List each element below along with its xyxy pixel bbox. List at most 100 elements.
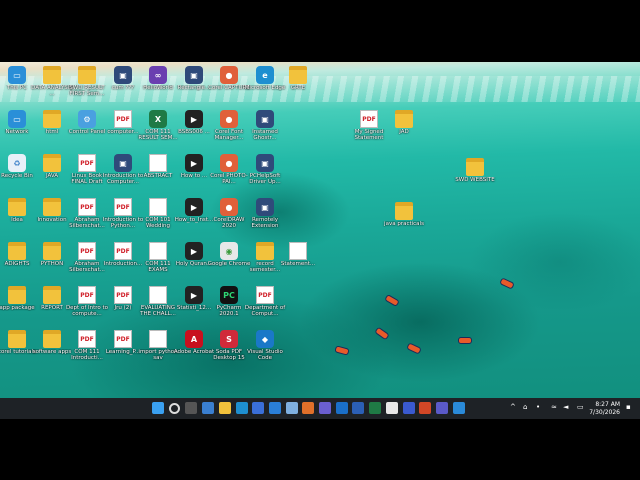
desktop-icon[interactable]: ● CorelDRAW 2020 <box>211 198 247 242</box>
edge-icon[interactable] <box>235 402 248 414</box>
store-icon[interactable] <box>252 402 265 414</box>
pdf-icon: PDF <box>78 286 96 304</box>
folder-icon <box>78 66 96 84</box>
edge-icon: e <box>256 66 274 84</box>
desktop-icon[interactable]: JAD <box>386 110 422 154</box>
desktop-icon[interactable]: PDF Linux Book FINAL Draft <box>69 154 105 198</box>
desktop-icon[interactable]: ● Corel CAPTURE <box>208 66 250 110</box>
battery-icon[interactable]: ▭ <box>577 404 584 411</box>
file-explorer-icon[interactable] <box>218 402 231 414</box>
widgets-icon[interactable] <box>202 402 215 414</box>
search-icon[interactable] <box>168 403 180 414</box>
desktop-icon-label: Remotely Extension <box>251 217 279 229</box>
cp-icon: ⚙ <box>78 110 96 128</box>
desktop-icon[interactable]: import python sav <box>138 330 178 374</box>
powerpoint-icon[interactable] <box>419 402 432 414</box>
excel-icon: X <box>149 110 167 128</box>
desktop-icon-label: SWD WEBSITE <box>455 177 495 183</box>
desktop-icon[interactable]: ◉ Google Chrome <box>208 242 250 286</box>
desktop-icon[interactable]: PDF Department of Comput... <box>245 286 285 330</box>
desktop-icon[interactable]: GRTE <box>280 66 316 110</box>
desktop-icon[interactable]: ABSTRACT <box>140 154 176 198</box>
folder-icon <box>8 330 26 348</box>
desktop-icon[interactable]: SWD RESULT FIRST Sem... <box>69 66 105 110</box>
desktop-icon[interactable]: X COM 111 RESULT SEM... <box>138 110 178 154</box>
video-icon: ▶ <box>185 154 203 172</box>
doc-icon <box>149 154 167 172</box>
pdf-icon: PDF <box>114 330 132 348</box>
desktop-icon[interactable]: ⚙ Control Panel <box>69 110 105 154</box>
desktop-icon[interactable]: PDF COM 111 Introducti... <box>69 330 105 374</box>
desktop-icon[interactable]: ▣ PCHelpSoft Driver Up... <box>247 154 283 198</box>
app-icon: ▣ <box>185 66 203 84</box>
pdf-icon: PDF <box>256 286 274 304</box>
acrobat-icon: A <box>185 330 203 348</box>
desktop-icon[interactable]: ▣ Remotely Extension <box>247 198 283 242</box>
pc-icon: ▭ <box>8 110 26 128</box>
pdf-icon: PDF <box>114 286 132 304</box>
mic-icon[interactable]: • <box>536 404 543 411</box>
desktop-icon[interactable]: ● Corel PHOTO-PAI... <box>210 154 248 198</box>
corel-icon: ● <box>220 110 238 128</box>
mail-icon[interactable] <box>268 402 281 414</box>
corel-icon: ● <box>220 154 238 172</box>
chrome-icon[interactable] <box>385 402 398 414</box>
folder-icon <box>43 286 61 304</box>
excel-icon[interactable] <box>369 402 382 414</box>
desktop-icon-label: Visual Studio Code <box>247 349 283 361</box>
desktop-icon[interactable]: ▣ Instamed Ghostr... <box>247 110 283 154</box>
desktop: ▭ This PC DATA ANALYSIS ... SWD RESULT FIRS… <box>0 62 640 419</box>
desktop-icon[interactable]: EVALUATING THE CHALL... <box>140 286 176 330</box>
folder-icon <box>43 198 61 216</box>
folder-icon <box>43 154 61 172</box>
desktop-icon[interactable]: ∞ HelloWorld <box>140 66 176 110</box>
desktop-icon[interactable]: SWD WEBSITE <box>455 158 495 202</box>
teams-chat-icon[interactable] <box>319 402 331 414</box>
desktop-icon-label: java practicals <box>384 221 424 227</box>
clock-date[interactable]: 7/30/2026 <box>589 409 620 416</box>
bin-icon: ♻ <box>8 154 26 172</box>
pc-icon: ▭ <box>8 66 26 84</box>
desktop-icon[interactable]: PDF Abraham Silberschat... <box>69 198 105 242</box>
wifi-icon[interactable]: ≈ <box>551 404 558 411</box>
taskbar: ^ ⌂ • ≈ ◄ ▭ 8:27 AM 7/30/2026 ▪ <box>0 398 640 419</box>
desktop-icon[interactable]: PDF Dept of Intro to compute... <box>66 286 108 330</box>
snipping-icon[interactable] <box>452 402 465 414</box>
desktop-icon[interactable]: PC PyCharm 2020.1 <box>211 286 247 330</box>
word-icon[interactable] <box>352 402 365 414</box>
app-icon: ▣ <box>114 66 132 84</box>
desktop-icon[interactable]: PDF Abraham Silberschat... <box>69 242 105 286</box>
shield-icon[interactable] <box>402 402 415 414</box>
video-icon: ▶ <box>185 198 203 216</box>
desktop-icon[interactable]: Statement... <box>280 242 316 286</box>
desktop-icon[interactable]: java practicals <box>384 202 424 246</box>
chrome-icon: ◉ <box>220 242 238 260</box>
start-icon[interactable] <box>152 402 164 414</box>
desktop-icon[interactable]: COM 111 EXAMS <box>140 242 176 286</box>
desktop-icon[interactable]: COM 101 Wedding <box>140 198 176 242</box>
sublime-icon[interactable] <box>302 402 315 414</box>
desktop-icon[interactable]: ● Corel Font Manager... <box>211 110 247 154</box>
folder-icon <box>43 66 61 84</box>
video-icon: ▶ <box>185 242 203 260</box>
pdf-icon: PDF <box>78 198 96 216</box>
boat <box>406 342 422 355</box>
clock-time[interactable]: 8:27 AM <box>595 401 620 408</box>
desktop-icon[interactable]: S Soda PDF Desktop 15 <box>211 330 247 374</box>
pycharm-icon: PC <box>220 286 238 304</box>
network-icon[interactable]: ⌂ <box>523 404 530 411</box>
notification-icon[interactable]: ▪ <box>626 404 633 411</box>
pdf-icon: PDF <box>114 242 132 260</box>
outlook-icon[interactable] <box>335 402 348 414</box>
volume-icon[interactable]: ◄ <box>563 404 570 411</box>
task-view-icon[interactable] <box>185 402 198 414</box>
notepad-icon[interactable] <box>285 402 298 414</box>
pdf-icon: PDF <box>78 154 96 172</box>
vs-icon: ∞ <box>149 66 167 84</box>
pdf-icon: PDF <box>360 110 378 128</box>
desktop-icon-label: Instamed Ghostr... <box>252 129 278 141</box>
chevron-up-icon[interactable]: ^ <box>510 404 517 411</box>
corel-icon: ● <box>220 198 238 216</box>
teams-icon[interactable] <box>435 402 448 414</box>
desktop-icon[interactable]: ◆ Visual Studio Code <box>247 330 283 374</box>
